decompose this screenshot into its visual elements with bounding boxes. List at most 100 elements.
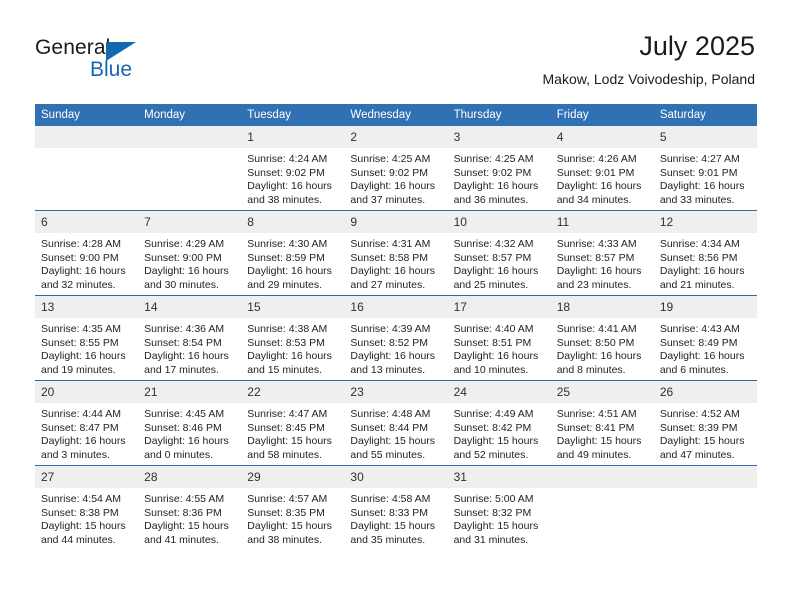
day-number: 17 <box>447 296 551 318</box>
calendar-day-cell[interactable]: 5 Sunrise: 4:27 AM Sunset: 9:01 PM Daylight… <box>653 126 757 211</box>
daylight-text-line1: Daylight: 16 hours <box>659 180 745 193</box>
calendar-day-cell[interactable]: 14 Sunrise: 4:36 AM Sunset: 8:54 PM Dayligh… <box>138 295 242 381</box>
sunset-text: Sunset: 9:01 PM <box>659 166 738 179</box>
calendar-day-cell[interactable]: 7 Sunrise: 4:29 AM Sunset: 9:00 PM Daylight… <box>138 210 242 296</box>
calendar-day-cell[interactable]: 23 Sunrise: 4:48 AM Sunset: 8:44 PM Dayligh… <box>344 380 448 466</box>
calendar-day-cell[interactable]: 25 Sunrise: 4:51 AM Sunset: 8:41 PM Dayligh… <box>550 380 654 466</box>
calendar-day-cell[interactable]: 3 Sunrise: 4:25 AM Sunset: 9:02 PM Daylight… <box>447 126 551 211</box>
daylight-text-line2: and 33 minutes. <box>659 193 735 206</box>
calendar-day-cell[interactable]: 18 Sunrise: 4:41 AM Sunset: 8:50 PM Dayligh… <box>550 295 654 381</box>
daylight-text-line1: Daylight: 15 hours <box>247 435 332 448</box>
daylight-text-line2: and 58 minutes. <box>247 448 322 461</box>
sunset-text: Sunset: 9:02 PM <box>247 166 325 179</box>
calendar-day-cell[interactable]: 11 Sunrise: 4:33 AM Sunset: 8:57 PM Dayligh… <box>550 210 654 296</box>
calendar-day-cell[interactable]: 1 Sunrise: 4:24 AM Sunset: 9:02 PM Daylight… <box>241 126 345 211</box>
calendar-day-cell[interactable]: 13 Sunrise: 4:35 AM Sunset: 8:55 PM Dayligh… <box>35 295 139 381</box>
day-sun-info: Sunrise: 4:47 AM Sunset: 8:45 PM Daylight:… <box>241 403 344 462</box>
sunrise-text: Sunrise: 4:55 AM <box>144 493 225 505</box>
sunrise-text: Sunrise: 4:54 AM <box>41 493 121 505</box>
day-number: 30 <box>344 466 448 488</box>
calendar-day-cell[interactable]: 12 Sunrise: 4:34 AM Sunset: 8:56 PM Dayligh… <box>653 210 757 296</box>
daylight-text-line1: Daylight: 16 hours <box>453 350 539 363</box>
calendar-day-cell[interactable]: 16 Sunrise: 4:39 AM Sunset: 8:52 PM Dayligh… <box>344 295 448 381</box>
daylight-text-line1: Daylight: 16 hours <box>453 265 539 278</box>
general-blue-logo[interactable]: General Blue <box>35 36 235 88</box>
calendar-day-cell[interactable]: 29 Sunrise: 4:57 AM Sunset: 8:35 PM Dayligh… <box>241 465 345 550</box>
daylight-text-line1: Daylight: 15 hours <box>350 520 436 533</box>
weekday-header-tuesday: Tuesday <box>241 104 345 126</box>
day-sun-info: Sunrise: 4:24 AM Sunset: 9:02 PM Daylight:… <box>241 148 344 207</box>
daylight-text-line2: and 25 minutes. <box>453 278 529 291</box>
calendar-day-cell[interactable]: 17 Sunrise: 4:40 AM Sunset: 8:51 PM Dayligh… <box>447 295 551 381</box>
calendar-week-row: 13 Sunrise: 4:35 AM Sunset: 8:55 PM Dayligh… <box>35 295 757 381</box>
calendar-day-cell[interactable]: 31 Sunrise: 5:00 AM Sunset: 8:32 PM Dayligh… <box>447 465 551 550</box>
daylight-text-line2: and 30 minutes. <box>144 278 219 291</box>
calendar-day-cell[interactable]: 9 Sunrise: 4:31 AM Sunset: 8:58 PM Daylight… <box>344 210 448 296</box>
day-sun-info: Sunrise: 4:32 AM Sunset: 8:57 PM Daylight:… <box>448 233 551 292</box>
daylight-text-line1: Daylight: 15 hours <box>453 520 539 533</box>
sunset-text: Sunset: 8:32 PM <box>453 506 532 519</box>
calendar-day-cell[interactable]: 28 Sunrise: 4:55 AM Sunset: 8:36 PM Dayligh… <box>138 465 242 550</box>
calendar-day-cell[interactable]: 15 Sunrise: 4:38 AM Sunset: 8:53 PM Dayligh… <box>241 295 345 381</box>
weekday-header-monday: Monday <box>138 104 242 126</box>
day-sun-info: Sunrise: 4:26 AM Sunset: 9:01 PM Daylight:… <box>551 148 654 207</box>
sunrise-text: Sunrise: 4:38 AM <box>247 323 328 335</box>
calendar-day-cell[interactable]: 4 Sunrise: 4:26 AM Sunset: 9:01 PM Daylight… <box>550 126 654 211</box>
daylight-text-line2: and 6 minutes. <box>659 363 729 376</box>
day-number: 13 <box>35 296 139 318</box>
daylight-text-line1: Daylight: 16 hours <box>556 265 642 278</box>
calendar-day-cell[interactable]: 19 Sunrise: 4:43 AM Sunset: 8:49 PM Dayligh… <box>653 295 757 381</box>
sunrise-text: Sunrise: 4:47 AM <box>247 408 328 420</box>
calendar-day-cell[interactable]: 30 Sunrise: 4:58 AM Sunset: 8:33 PM Dayligh… <box>344 465 448 550</box>
daylight-text-line1: Daylight: 16 hours <box>350 350 436 363</box>
weekday-header-thursday: Thursday <box>447 104 551 126</box>
day-sun-info: Sunrise: 4:35 AM Sunset: 8:55 PM Daylight:… <box>35 318 138 377</box>
day-number: 18 <box>550 296 654 318</box>
daylight-text-line1: Daylight: 16 hours <box>350 265 436 278</box>
day-sun-info: Sunrise: 4:30 AM Sunset: 8:59 PM Daylight:… <box>241 233 344 292</box>
weekday-header-sunday: Sunday <box>35 104 139 126</box>
daylight-text-line1: Daylight: 16 hours <box>659 350 745 363</box>
calendar-day-cell[interactable]: 8 Sunrise: 4:30 AM Sunset: 8:59 PM Daylight… <box>241 210 345 296</box>
day-sun-info: Sunrise: 4:25 AM Sunset: 9:02 PM Daylight:… <box>448 148 551 207</box>
daylight-text-line1: Daylight: 15 hours <box>556 435 642 448</box>
sunset-text: Sunset: 8:33 PM <box>350 506 429 519</box>
sunset-text: Sunset: 8:41 PM <box>556 421 635 434</box>
daylight-text-line2: and 21 minutes. <box>659 278 735 291</box>
daylight-text-line2: and 55 minutes. <box>350 448 426 461</box>
day-number: 22 <box>241 381 345 403</box>
sunset-text: Sunset: 9:01 PM <box>556 166 635 179</box>
calendar-day-cell[interactable]: 20 Sunrise: 4:44 AM Sunset: 8:47 PM Dayligh… <box>35 380 139 466</box>
day-number: 3 <box>447 126 551 148</box>
calendar-day-cell[interactable]: 24 Sunrise: 4:49 AM Sunset: 8:42 PM Dayligh… <box>447 380 551 466</box>
calendar-day-cell[interactable]: 10 Sunrise: 4:32 AM Sunset: 8:57 PM Dayligh… <box>447 210 551 296</box>
daylight-text-line1: Daylight: 16 hours <box>659 265 745 278</box>
sunset-text: Sunset: 8:45 PM <box>247 421 325 434</box>
daylight-text-line2: and 8 minutes. <box>556 363 626 376</box>
day-sun-info: Sunrise: 4:48 AM Sunset: 8:44 PM Daylight:… <box>344 403 447 462</box>
sunset-text: Sunset: 9:00 PM <box>41 251 119 264</box>
calendar-day-cell[interactable]: 27 Sunrise: 4:54 AM Sunset: 8:38 PM Dayligh… <box>35 465 139 550</box>
calendar-day-cell[interactable]: 2 Sunrise: 4:25 AM Sunset: 9:02 PM Daylight… <box>344 126 448 211</box>
day-sun-info: Sunrise: 4:41 AM Sunset: 8:50 PM Daylight:… <box>551 318 654 377</box>
calendar-day-cell[interactable]: 22 Sunrise: 4:47 AM Sunset: 8:45 PM Dayligh… <box>241 380 345 466</box>
calendar-week-row: 20 Sunrise: 4:44 AM Sunset: 8:47 PM Dayligh… <box>35 380 757 466</box>
sunset-text: Sunset: 8:52 PM <box>350 336 429 349</box>
day-sun-info: Sunrise: 4:58 AM Sunset: 8:33 PM Daylight:… <box>344 488 447 547</box>
calendar-day-cell[interactable]: 26 Sunrise: 4:52 AM Sunset: 8:39 PM Dayligh… <box>653 380 757 466</box>
day-sun-info: Sunrise: 4:38 AM Sunset: 8:53 PM Daylight:… <box>241 318 344 377</box>
daylight-text-line2: and 38 minutes. <box>247 193 322 206</box>
daylight-text-line1: Daylight: 16 hours <box>41 350 126 363</box>
day-sun-info: Sunrise: 4:44 AM Sunset: 8:47 PM Daylight:… <box>35 403 138 462</box>
calendar-day-cell[interactable]: 6 Sunrise: 4:28 AM Sunset: 9:00 PM Daylight… <box>35 210 139 296</box>
weekday-header-saturday: Saturday <box>653 104 757 126</box>
day-number: 15 <box>241 296 345 318</box>
calendar-day-cell-empty <box>550 465 654 550</box>
sunrise-text: Sunrise: 4:41 AM <box>556 323 637 335</box>
day-number: 20 <box>35 381 139 403</box>
day-number: 9 <box>344 211 448 233</box>
sunrise-text: Sunrise: 4:48 AM <box>350 408 431 420</box>
calendar-day-cell[interactable]: 21 Sunrise: 4:45 AM Sunset: 8:46 PM Dayligh… <box>138 380 242 466</box>
day-number: 24 <box>447 381 551 403</box>
day-number: 6 <box>35 211 139 233</box>
